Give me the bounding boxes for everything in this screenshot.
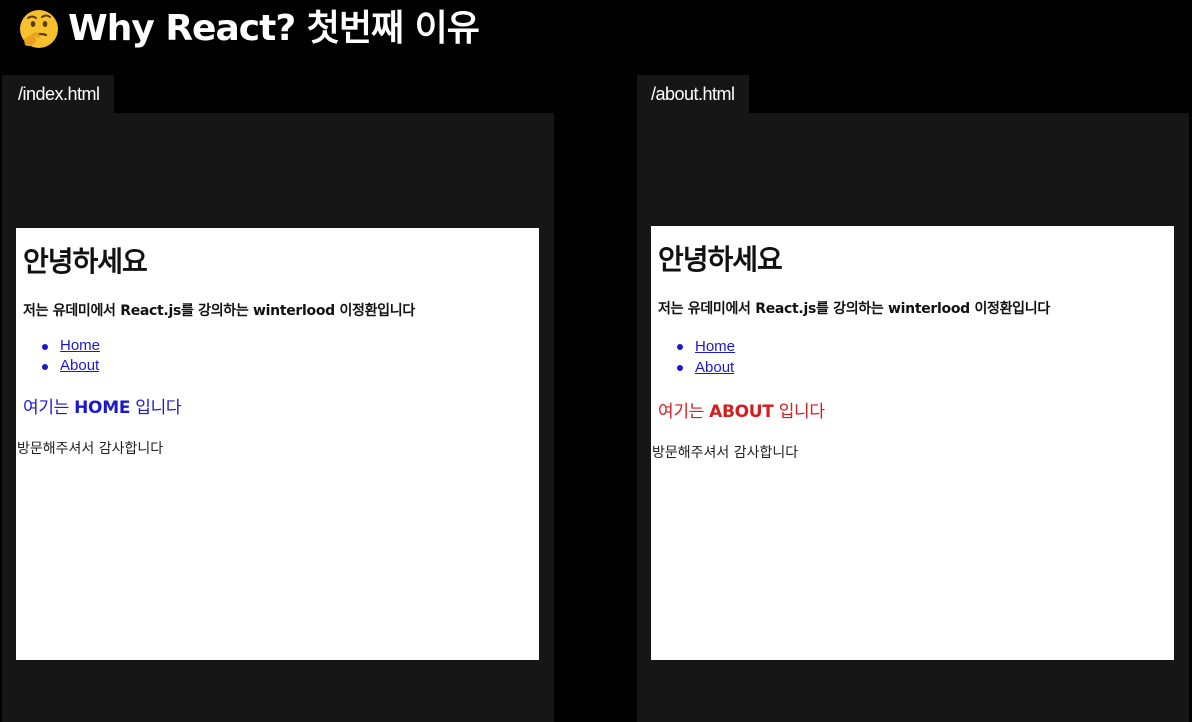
index-panel: /index.html 안녕하세요 저는 유데미에서 React.js를 강의하… [2, 75, 554, 722]
slide-title: Why React? 첫번째 이유 [18, 6, 480, 52]
list-item: Home [677, 336, 735, 357]
status-suffix: 입니다 [773, 402, 825, 422]
status-text: 여기는 ABOUT 입니다 [658, 397, 825, 422]
status-strong: HOME [74, 398, 131, 418]
nav-list: Home About [677, 336, 735, 378]
thinking-face-icon [20, 10, 58, 48]
nav-list: Home About [42, 336, 100, 376]
page-heading: 안녕하세요 [658, 243, 783, 276]
tab-about-html[interactable]: /about.html [637, 75, 749, 113]
browser-viewport: 안녕하세요 저는 유데미에서 React.js를 강의하는 winterlood… [16, 228, 539, 660]
status-prefix: 여기는 [23, 398, 75, 418]
home-link[interactable]: Home [695, 338, 735, 355]
status-text: 여기는 HOME 입니다 [23, 393, 182, 418]
thanks-text: 방문해주셔서 감사합니다 [17, 441, 164, 457]
page-heading: 안녕하세요 [23, 245, 148, 278]
intro-text: 저는 유데미에서 React.js를 강의하는 winterlood 이정환입니… [658, 301, 1050, 317]
page-title: Why React? 첫번째 이유 [68, 8, 480, 49]
about-link[interactable]: About [60, 357, 99, 374]
status-prefix: 여기는 [658, 402, 710, 422]
thanks-text: 방문해주셔서 감사합니다 [652, 445, 799, 461]
list-item: About [42, 356, 100, 376]
list-item: About [677, 357, 735, 378]
home-link[interactable]: Home [60, 337, 100, 354]
tab-index-html[interactable]: /index.html [2, 75, 114, 113]
status-suffix: 입니다 [130, 398, 182, 418]
about-link[interactable]: About [695, 359, 734, 376]
about-panel: /about.html 안녕하세요 저는 유데미에서 React.js를 강의하… [637, 75, 1189, 722]
list-item: Home [42, 336, 100, 356]
status-strong: ABOUT [709, 402, 774, 422]
intro-text: 저는 유데미에서 React.js를 강의하는 winterlood 이정환입니… [23, 303, 415, 319]
browser-viewport: 안녕하세요 저는 유데미에서 React.js를 강의하는 winterlood… [651, 226, 1174, 660]
